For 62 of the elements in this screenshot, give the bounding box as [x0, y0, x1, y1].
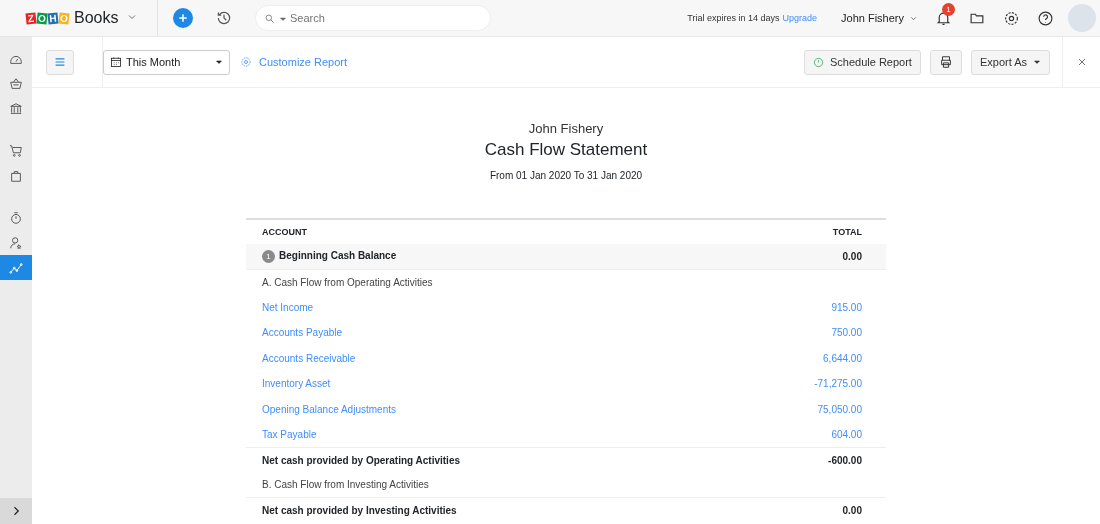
- printer-icon: [938, 55, 953, 69]
- amount-link[interactable]: 750.00: [831, 327, 862, 339]
- history-icon: [215, 9, 233, 27]
- amount-link[interactable]: -71,275.00: [814, 378, 862, 390]
- logo-letter: O: [36, 12, 48, 24]
- sidebar-item[interactable]: [0, 255, 32, 280]
- account-link[interactable]: Accounts Payable: [262, 327, 343, 339]
- schedule-report-button[interactable]: Schedule Report: [803, 49, 921, 75]
- logo-letter: O: [58, 12, 70, 24]
- clock-icon: [812, 56, 824, 68]
- account-link[interactable]: Net Income: [262, 301, 314, 313]
- menu-button[interactable]: [46, 49, 74, 75]
- settings-icon: [1003, 9, 1020, 27]
- line-chart-icon: [9, 260, 23, 275]
- bank-icon: [9, 101, 23, 116]
- amount-link[interactable]: 6,644.00: [823, 352, 862, 364]
- print-button[interactable]: [929, 49, 962, 75]
- company-name: John Fishery: [528, 121, 604, 136]
- cart-icon: [9, 143, 23, 158]
- product-name: Books: [74, 9, 119, 27]
- total-label: Net cash provided by Investing Activities: [246, 497, 710, 524]
- report-title: Cash Flow Statement: [484, 140, 648, 160]
- account-link[interactable]: Inventory Asset: [262, 378, 331, 390]
- period-dropdown[interactable]: This Month: [103, 49, 230, 75]
- basket-icon: [9, 76, 23, 91]
- account-link[interactable]: Accounts Receivable: [262, 352, 356, 364]
- total-value: -600.00: [709, 447, 886, 473]
- upgrade-link[interactable]: Upgrade: [782, 13, 817, 23]
- export-dropdown[interactable]: Export As: [970, 49, 1050, 75]
- total-label: Net cash provided by Operating Activities: [246, 447, 710, 473]
- account-link[interactable]: Opening Balance Adjustments: [262, 403, 396, 415]
- menu-icon: [53, 55, 67, 69]
- caret-icon: [215, 58, 223, 66]
- help-icon: [1037, 9, 1054, 27]
- caret-icon: [279, 14, 287, 23]
- account-name: Beginning Cash Balance: [279, 249, 397, 261]
- logo-letter: Z: [25, 12, 37, 24]
- account-link[interactable]: Tax Payable: [262, 428, 317, 440]
- amount-link[interactable]: 604.00: [831, 428, 862, 440]
- amount-link[interactable]: 75,050.00: [817, 403, 862, 415]
- plus-icon: [177, 12, 189, 24]
- timer-icon: [9, 210, 23, 225]
- bag-icon: [9, 168, 23, 183]
- settings-icon: [240, 56, 252, 68]
- search-field[interactable]: Search: [255, 5, 491, 31]
- add-button[interactable]: [173, 8, 193, 28]
- date-range: From 01 Jan 2020 To 31 Jan 2020: [489, 170, 643, 181]
- total-value: 0.00: [709, 497, 886, 524]
- logo-letter: H: [47, 12, 59, 24]
- search-icon: [264, 13, 275, 24]
- user-menu[interactable]: John Fishery: [841, 12, 918, 24]
- notification-count: 1: [942, 2, 955, 16]
- number-badge: 1: [262, 249, 275, 263]
- calendar-icon: [110, 56, 122, 68]
- customize-report-link[interactable]: Customize Report: [240, 56, 348, 68]
- user-icon: [9, 235, 23, 250]
- total-value: 0.00: [709, 244, 886, 270]
- caret-icon: [1033, 58, 1041, 66]
- section-heading: B. Cash Flow from Investing Activities: [246, 472, 710, 498]
- trial-notice: Trial expires in 14 days: [687, 13, 780, 23]
- section-heading: A. Cash Flow from Operating Activities: [246, 269, 710, 295]
- amount-link[interactable]: 915.00: [831, 301, 862, 313]
